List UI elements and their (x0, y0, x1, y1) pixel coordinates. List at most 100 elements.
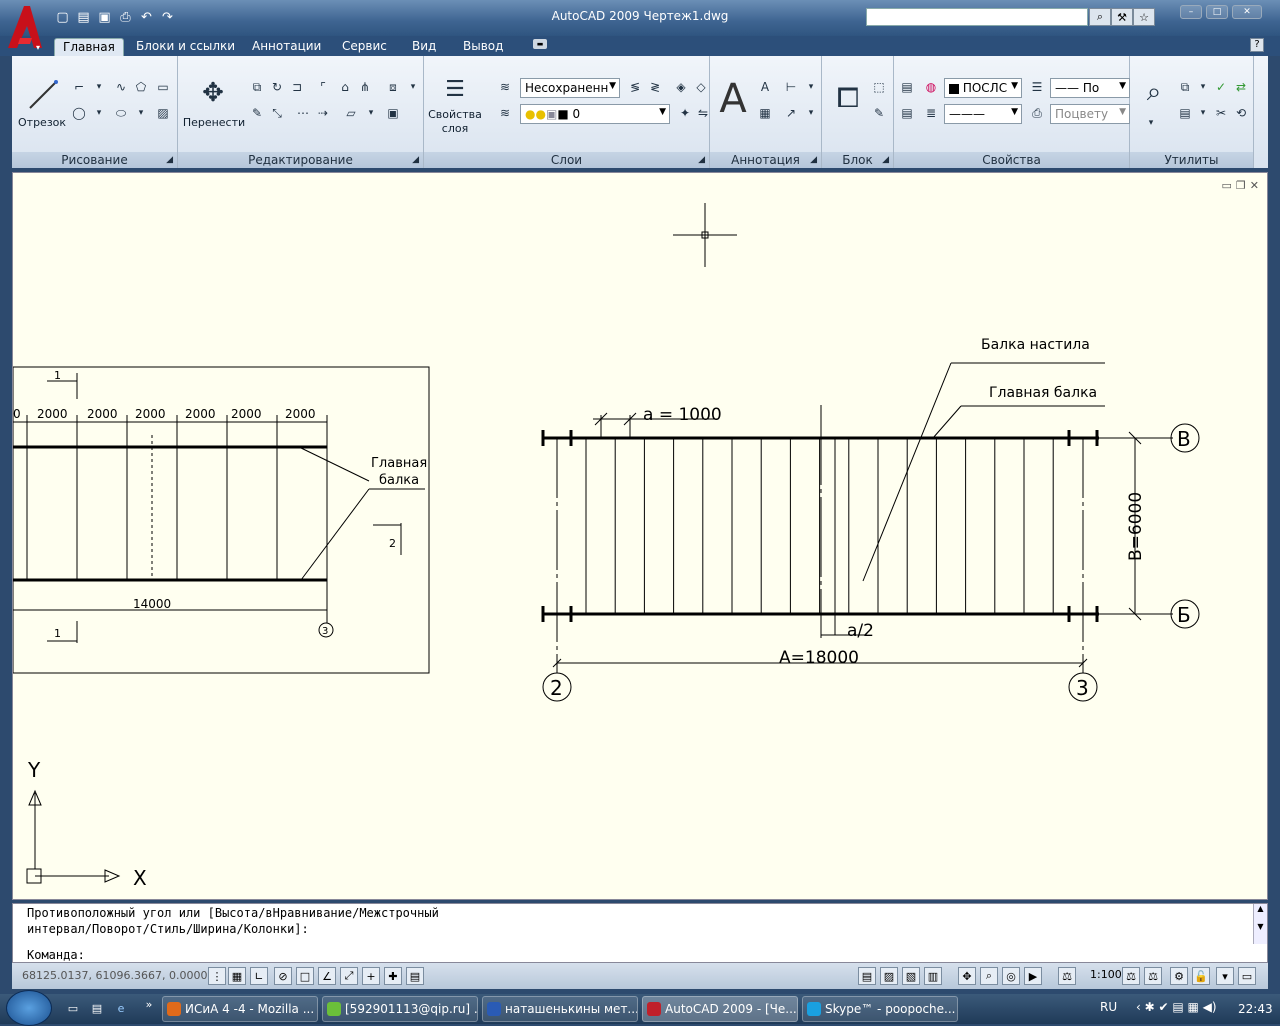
pan-icon[interactable]: ✥ (958, 967, 976, 985)
hatch-icon[interactable]: ▨ (154, 104, 172, 122)
linetype-dropdown[interactable]: —— По ▼ (1050, 78, 1130, 98)
auto-scale-icon[interactable]: ⚖ (1144, 967, 1162, 985)
erase-icon[interactable]: ✎ (248, 104, 266, 122)
line-tool-label[interactable]: Отрезок (18, 116, 66, 129)
panel-expand-icon[interactable]: ◢ (810, 152, 817, 168)
zoom-icon[interactable]: ⌕ (1136, 74, 1172, 110)
line-tool-icon[interactable] (26, 78, 60, 112)
quick-view-icon[interactable]: ▥ (924, 967, 942, 985)
autocad-logo-icon[interactable]: ▾ (6, 4, 44, 50)
clock[interactable]: 22:43 (1238, 1002, 1273, 1016)
dynamic-ucs-icon[interactable]: ⤢ (340, 967, 358, 985)
dropdown-arrow-icon[interactable]: ▾ (132, 104, 150, 122)
maximize-button[interactable]: □ (1206, 5, 1228, 19)
close-button[interactable]: ✕ (1232, 5, 1262, 19)
dropdown-arrow-icon[interactable]: ▾ (1194, 104, 1212, 122)
cut-icon[interactable]: ✂ (1212, 104, 1230, 122)
multiline-text-icon[interactable]: A (714, 76, 752, 122)
circle-icon[interactable]: ◯ (70, 104, 88, 122)
regen-icon[interactable]: ⟲ (1232, 104, 1250, 122)
tab-home[interactable]: Главная (54, 38, 124, 56)
layer-off-icon[interactable]: ✦ (676, 104, 694, 122)
color-dropdown[interactable]: ПОСЛС ▼ (944, 78, 1022, 98)
dropdown-arrow-icon[interactable]: ▾ (1142, 114, 1160, 132)
lock-ui-icon[interactable]: 🔓 (1192, 967, 1210, 985)
lineweight-icon[interactable]: ☰ (1028, 78, 1046, 96)
minimize-button[interactable]: – (1180, 5, 1202, 19)
array-icon[interactable]: ⌂ (336, 78, 354, 96)
internet-explorer-icon[interactable]: e (112, 999, 130, 1017)
status-menu-icon[interactable]: ▾ (1216, 967, 1234, 985)
lineweight-dropdown[interactable]: ——— ▼ (944, 104, 1022, 124)
spline-icon[interactable]: ∿ (112, 78, 130, 96)
explode-icon[interactable]: ▱ (342, 104, 360, 122)
offset-icon[interactable]: ⧈ (384, 78, 402, 96)
rectangle-icon[interactable]: ▭ (154, 78, 172, 96)
select-similar-icon[interactable]: ⇄ (1232, 78, 1250, 96)
layout-icon[interactable]: ▨ (880, 967, 898, 985)
layer-isolate-icon[interactable]: ◈ (672, 78, 690, 96)
dimension-icon[interactable]: ⊢ (782, 78, 800, 96)
dropdown-arrow-icon[interactable]: ▾ (1194, 78, 1212, 96)
tab-tools[interactable]: Сервис (334, 38, 395, 56)
showmotion-icon[interactable]: ▶ (1024, 967, 1042, 985)
drawing-svg[interactable]: 1 1 0 2000 2000 2000 2000 2000 2000 1400… (13, 173, 1267, 899)
layer-properties-label-line2[interactable]: слоя (426, 122, 484, 135)
tab-blocks[interactable]: Блоки и ссылки (128, 38, 243, 56)
lineweight-toggle-icon[interactable]: ✚ (384, 967, 402, 985)
break-icon[interactable]: ⋯ (294, 104, 312, 122)
language-indicator[interactable]: RU (1100, 1000, 1117, 1014)
ortho-mode-icon[interactable]: ∟ (250, 967, 268, 985)
quick-properties-icon[interactable]: ▤ (406, 967, 424, 985)
taskbar-item-qip[interactable]: [592901113@qip.ru] ... (322, 996, 478, 1022)
layer-state-dropdown[interactable]: Несохраненн ▼ (520, 78, 620, 98)
drawing-canvas[interactable]: ▭ ❐ ✕ 1 1 0 2000 2000 2000 2000 2000 200… (12, 172, 1268, 900)
dropdown-arrow-icon[interactable]: ▾ (802, 78, 820, 96)
layer-walk-icon[interactable]: ≋ (496, 104, 514, 122)
quicklaunch-more-icon[interactable]: » (140, 995, 158, 1013)
steering-wheel-icon[interactable]: ◎ (1002, 967, 1020, 985)
grid-display-icon[interactable]: ▦ (228, 967, 246, 985)
favorites-icon[interactable]: ☆ (1133, 8, 1155, 26)
snap-mode-icon[interactable]: ⋮ (208, 967, 226, 985)
polyline-icon[interactable]: ⌐ (70, 78, 88, 96)
show-desktop-icon[interactable]: ▭ (64, 999, 82, 1017)
taskbar-item-skype[interactable]: Skype™ - poopoche... (802, 996, 958, 1022)
layer-match-icon[interactable]: ≶ (626, 78, 644, 96)
table-icon[interactable]: ▦ (756, 104, 774, 122)
layer-dropdown[interactable]: ●●▣■ 0 ▼ (520, 104, 670, 124)
polar-tracking-icon[interactable]: ⊘ (274, 967, 292, 985)
command-window[interactable]: Противоположный угол или [Высота/вНравни… (12, 903, 1268, 963)
layer-freeze-icon[interactable]: ◇ (692, 78, 710, 96)
dropdown-arrow-icon[interactable]: ▾ (90, 104, 108, 122)
clean-screen-icon[interactable]: ▭ (1238, 967, 1256, 985)
osnap-tracking-icon[interactable]: ∠ (318, 967, 336, 985)
command-scrollbar[interactable]: ▲ ▼ (1253, 904, 1267, 944)
copy-icon[interactable]: ⧉ (248, 78, 266, 96)
paste-icon[interactable]: ▤ (1176, 104, 1194, 122)
panel-expand-icon[interactable]: ◢ (882, 152, 889, 168)
plotstyle-icon[interactable]: ⎙ (1028, 104, 1046, 122)
list-icon[interactable]: ▤ (898, 104, 916, 122)
mirror-icon[interactable]: ⋔ (356, 78, 374, 96)
move-icon[interactable]: ✥ (196, 76, 230, 110)
scale-icon[interactable]: ⤡ (268, 104, 286, 122)
join-icon[interactable]: ⇢ (314, 104, 332, 122)
color-wheel-icon[interactable]: ◍ (922, 78, 940, 96)
taskbar-item-firefox[interactable]: ИСиА 4 -4 - Mozilla ... (162, 996, 318, 1022)
text-style-icon[interactable]: A (756, 78, 774, 96)
create-block-icon[interactable]: ⬚ (870, 78, 888, 96)
dropdown-arrow-icon[interactable]: ▾ (404, 78, 422, 96)
dropdown-arrow-icon[interactable]: ▾ (362, 104, 380, 122)
tab-annotations[interactable]: Аннотации (244, 38, 329, 56)
search-input[interactable] (866, 8, 1088, 26)
insert-block-icon[interactable]: ⧠ (828, 78, 868, 118)
annotation-visibility-icon[interactable]: ⚖ (1122, 967, 1140, 985)
trim-icon[interactable]: ⊐ (288, 78, 306, 96)
zoom-status-icon[interactable]: ⌕ (980, 967, 998, 985)
layer-properties-label-line1[interactable]: Свойства (426, 108, 484, 121)
layer-properties-icon[interactable]: ☰ (438, 72, 472, 106)
plotstyle-dropdown[interactable]: Поцвету ▼ (1050, 104, 1130, 124)
match-properties-icon[interactable]: ▤ (898, 78, 916, 96)
rotate-icon[interactable]: ↻ (268, 78, 286, 96)
